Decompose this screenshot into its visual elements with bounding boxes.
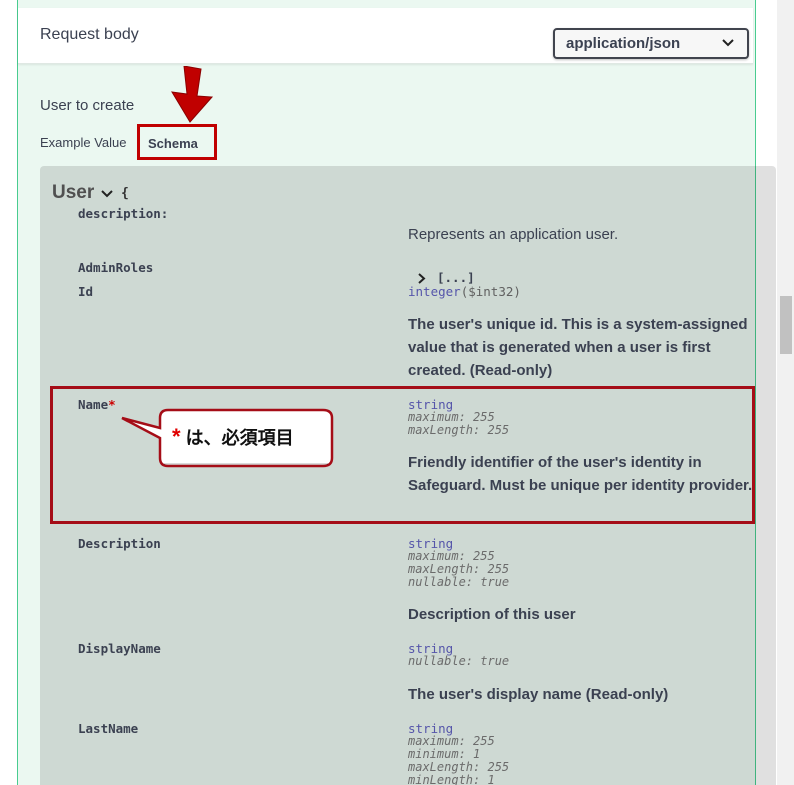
property-description: The user's display name (Read-only) bbox=[408, 686, 669, 703]
model-title[interactable]: User bbox=[52, 182, 94, 204]
property-description: The user's unique id. This is a system-a… bbox=[408, 316, 748, 379]
property-name: Name* bbox=[78, 397, 116, 412]
property-name: LastName bbox=[78, 721, 139, 736]
asterisk-icon: * bbox=[172, 424, 181, 449]
callout-text: * は、必須項目 bbox=[172, 424, 294, 450]
body-description: User to create bbox=[40, 97, 135, 114]
property-description: Friendly identifier of the user's identi… bbox=[408, 454, 753, 494]
property-name-text: Name bbox=[78, 397, 109, 412]
vertical-scrollbar[interactable] bbox=[777, 0, 794, 785]
model-open-brace: { bbox=[121, 186, 129, 201]
type-primitive: integer bbox=[408, 284, 461, 299]
property-description: Description of this user bbox=[408, 606, 576, 623]
property-name: Description bbox=[78, 536, 161, 551]
tab-schema-label: Schema bbox=[148, 136, 198, 151]
property-meta: maxLength: 255 bbox=[408, 423, 510, 437]
scrollbar-thumb[interactable] bbox=[780, 296, 792, 354]
request-body-header: Request body application/json bbox=[18, 8, 753, 64]
tab-example-value[interactable]: Example Value bbox=[40, 135, 126, 150]
content-type-select[interactable]: application/json bbox=[553, 28, 749, 59]
property-name: DisplayName bbox=[78, 641, 161, 656]
tab-schema[interactable]: Schema bbox=[137, 124, 217, 160]
down-arrow-icon bbox=[171, 66, 214, 123]
type-format: ($int32) bbox=[460, 284, 521, 299]
property-meta: minLength: 1 bbox=[408, 773, 495, 785]
chevron-right-icon[interactable] bbox=[418, 273, 426, 284]
property-meta: nullable: true bbox=[408, 654, 510, 668]
property-name: AdminRoles bbox=[78, 260, 154, 275]
property-name: Id bbox=[78, 284, 94, 299]
content-type-value: application/json bbox=[566, 35, 681, 52]
collapsed-array[interactable]: [...] bbox=[437, 270, 475, 285]
chevron-down-icon bbox=[722, 39, 734, 47]
request-body-title: Request body bbox=[40, 26, 139, 43]
property-meta: nullable: true bbox=[408, 575, 510, 589]
chevron-down-icon[interactable] bbox=[101, 189, 113, 198]
required-mark: * bbox=[108, 397, 116, 412]
property-type: integer($int32) bbox=[408, 284, 521, 299]
callout-label: は、必須項目 bbox=[180, 428, 294, 448]
swagger-request-body-panel: Request body application/json User to cr… bbox=[0, 0, 794, 785]
model-description-key: description: bbox=[78, 206, 169, 221]
model-description-value: Represents an application user. bbox=[408, 226, 619, 243]
